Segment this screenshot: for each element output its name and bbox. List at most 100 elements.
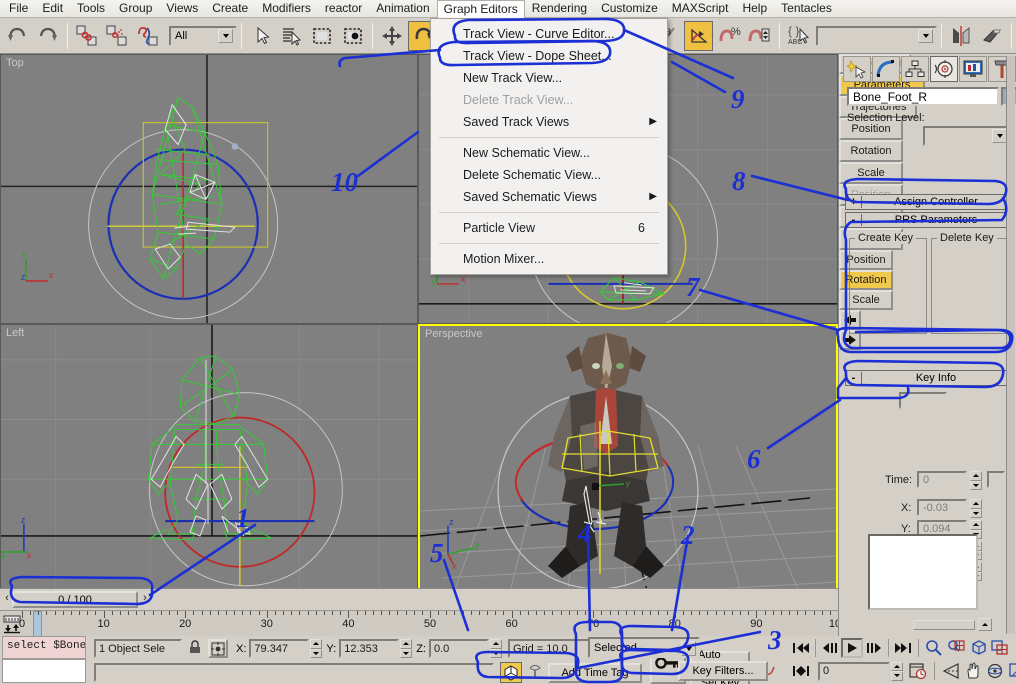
menu-animation[interactable]: Animation: [369, 0, 436, 17]
hierarchy-tab[interactable]: [901, 56, 929, 82]
time-field-spinner[interactable]: [970, 471, 982, 490]
absolute-relative-transform-toggle-icon[interactable]: [208, 639, 228, 658]
select-by-name-button[interactable]: [277, 20, 307, 51]
select-and-move-button[interactable]: [378, 20, 407, 51]
redo-button[interactable]: [33, 20, 62, 51]
menu-item-new-track-view[interactable]: New Track View...: [431, 67, 667, 89]
selection-filter-combo[interactable]: All: [169, 25, 238, 46]
menu-item-saved-track-views[interactable]: Saved Track Views ▶: [431, 111, 667, 133]
undo-button[interactable]: [3, 20, 32, 51]
snaps-toggle-icon[interactable]: [500, 662, 522, 683]
time-lock-swatch[interactable]: [987, 471, 1005, 488]
maxscript-mini-listener[interactable]: select $Bone: [0, 636, 88, 684]
key-mode-toggle-button-nav[interactable]: [790, 661, 812, 681]
time-field[interactable]: 0: [917, 471, 967, 488]
viewport-top[interactable]: y z x Top: [0, 54, 418, 324]
menu-item-particle-view[interactable]: Particle View 6: [431, 217, 667, 239]
display-tab[interactable]: [959, 56, 987, 82]
x-coord-spinner[interactable]: [310, 639, 323, 658]
key-filters-button[interactable]: Key Filters...: [678, 661, 768, 681]
current-frame-spinner[interactable]: [891, 661, 903, 681]
adaptive-degradation-icon[interactable]: [527, 663, 543, 682]
menu-rendering[interactable]: Rendering: [525, 0, 594, 17]
menu-item-motion-mixer[interactable]: Motion Mixer...: [431, 248, 667, 270]
menu-item-delete-schematic-view[interactable]: Delete Schematic View...: [431, 164, 667, 186]
chevron-down-icon[interactable]: [681, 641, 696, 656]
menu-tentacles[interactable]: Tentacles: [774, 0, 839, 17]
viewport-left[interactable]: z y x Left: [0, 324, 418, 610]
key-index-field[interactable]: [899, 392, 947, 409]
rectangular-selection-region-button[interactable]: [308, 20, 337, 51]
mirror-button[interactable]: [947, 20, 976, 51]
graph-editors-menu[interactable]: Track View - Curve Editor... Track View -…: [430, 18, 668, 275]
track-bar[interactable]: 0102030405060708090100: [0, 610, 847, 637]
zoom-extents-button[interactable]: [967, 638, 989, 658]
y-coord-spinner[interactable]: [400, 639, 413, 658]
unlink-selection-button[interactable]: [103, 20, 132, 51]
next-frame-button[interactable]: [863, 638, 885, 658]
menu-create[interactable]: Create: [205, 0, 255, 17]
zoom-region-button[interactable]: [989, 638, 1011, 658]
selected-object-name-field[interactable]: Bone_Foot_R: [847, 87, 999, 106]
menu-views[interactable]: Views: [159, 0, 205, 17]
angle-snap-toggle-button[interactable]: [684, 20, 713, 51]
menu-item-track-view-curve-editor[interactable]: Track View - Curve Editor...: [431, 23, 667, 45]
z-coord-field[interactable]: 0.0: [428, 639, 489, 658]
play-animation-button[interactable]: [841, 638, 863, 658]
bind-to-space-warp-button[interactable]: [133, 20, 163, 51]
field-of-view-button[interactable]: [940, 661, 962, 681]
key-filter-set-combo[interactable]: Selected: [588, 637, 700, 658]
panel-scroll-handle[interactable]: [913, 620, 975, 630]
create-tab[interactable]: [843, 56, 871, 82]
menu-item-new-schematic-view[interactable]: New Schematic View...: [431, 142, 667, 164]
add-time-tag-button[interactable]: Add Time Tag: [548, 662, 642, 683]
chevron-down-icon[interactable]: [918, 28, 934, 43]
percent-snap-toggle-button[interactable]: %: [714, 20, 744, 51]
motion-tab[interactable]: [930, 56, 958, 82]
panel-right-scrollbar[interactable]: [1006, 56, 1015, 634]
viewport-perspective[interactable]: y z y x Perspective: [418, 324, 838, 610]
menu-group[interactable]: Group: [112, 0, 159, 17]
menu-tools[interactable]: Tools: [70, 0, 112, 17]
select-object-button[interactable]: [247, 20, 276, 51]
menu-modifiers[interactable]: Modifiers: [255, 0, 318, 17]
select-and-link-button[interactable]: [72, 20, 102, 51]
named-selection-combo[interactable]: [815, 25, 938, 46]
time-slider-handle[interactable]: 0 / 100: [12, 591, 138, 608]
panel-scroll-up-button[interactable]: [978, 618, 992, 631]
chevron-down-icon[interactable]: [218, 28, 234, 43]
window-crossing-button[interactable]: [338, 20, 368, 51]
z-coord-spinner[interactable]: [489, 639, 502, 658]
x-field[interactable]: -0.03: [917, 499, 967, 516]
menu-item-saved-schematic-views[interactable]: Saved Schematic Views ▶: [431, 186, 667, 208]
menu-customize[interactable]: Customize: [594, 0, 665, 17]
menu-edit[interactable]: Edit: [35, 0, 70, 17]
x-coord-field[interactable]: 79.347: [249, 639, 310, 658]
previous-frame-button[interactable]: [819, 638, 841, 658]
align-button[interactable]: [977, 20, 1006, 51]
menu-item-track-view-dope-sheet[interactable]: Track View - Dope Sheet...: [431, 45, 667, 67]
assign-controller-rollup[interactable]: + Assign Controller: [845, 194, 1011, 210]
menu-maxscript[interactable]: MAXScript: [665, 0, 736, 17]
go-to-end-button[interactable]: [892, 638, 914, 658]
pan-view-button[interactable]: [962, 661, 984, 681]
time-configuration-button[interactable]: [907, 661, 929, 681]
sub-object-level-combo[interactable]: [923, 126, 1011, 146]
named-selection-sets-button[interactable]: { } ABC: [784, 20, 813, 51]
current-frame-field[interactable]: 0: [818, 661, 890, 681]
arc-rotate-button[interactable]: [984, 661, 1006, 681]
modify-tab[interactable]: [872, 56, 900, 82]
maximize-viewport-toggle-button[interactable]: [1006, 661, 1016, 681]
spinner-snap-toggle-button[interactable]: [745, 20, 774, 51]
key-info-rollup[interactable]: - Key Info: [845, 370, 1011, 386]
create-key-rotation-button[interactable]: Rotation: [839, 140, 903, 162]
time-slider-next-arrow[interactable]: ›: [140, 592, 150, 607]
go-to-start-button[interactable]: [790, 638, 812, 658]
create-key-scale-button[interactable]: Scale: [839, 162, 903, 184]
time-slider-prev-arrow[interactable]: ‹: [2, 592, 12, 607]
menu-reactor[interactable]: reactor: [318, 0, 369, 17]
x-field-spinner[interactable]: [970, 499, 982, 518]
zoom-button[interactable]: [923, 638, 945, 658]
menu-file[interactable]: File: [2, 0, 35, 17]
menu-help[interactable]: Help: [735, 0, 774, 17]
